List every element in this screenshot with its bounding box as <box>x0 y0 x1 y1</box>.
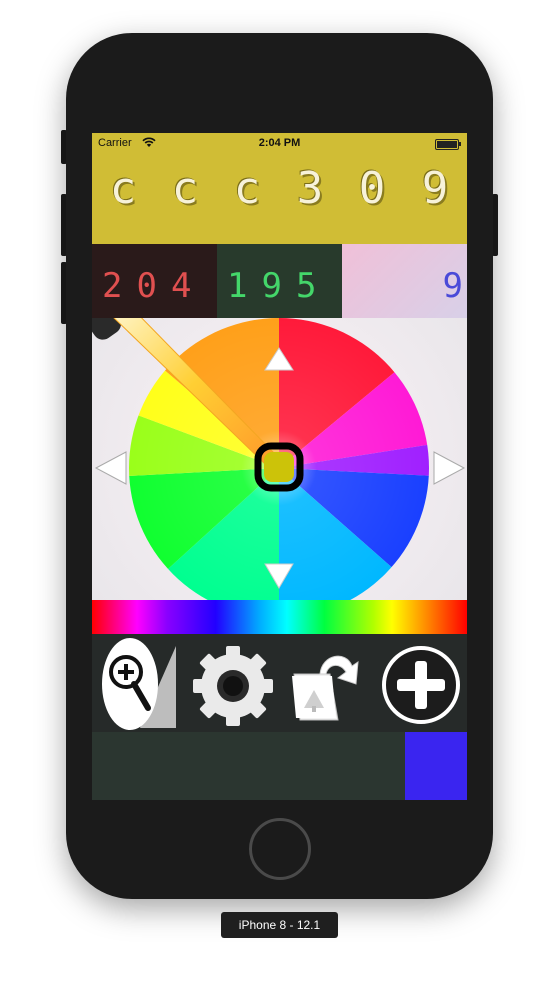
toolbar <box>92 634 467 732</box>
bottom-panel <box>92 732 467 800</box>
color-swatch[interactable] <box>405 732 467 800</box>
hex-char-4[interactable]: 3 <box>279 163 341 214</box>
add-button[interactable] <box>374 634 467 732</box>
home-button[interactable] <box>249 818 311 880</box>
green-channel[interactable]: 195 <box>217 244 342 318</box>
battery-icon <box>435 139 461 150</box>
color-wheel-area[interactable] <box>92 318 467 600</box>
plus-circle-icon <box>382 646 460 724</box>
photo-share-icon <box>292 655 359 721</box>
gear-icon <box>193 646 273 726</box>
blue-value: 9 <box>442 266 467 306</box>
device-label: iPhone 8 - 12.1 <box>221 912 338 938</box>
hex-char-5[interactable]: 0 <box>341 163 403 214</box>
zoom-in-icon <box>102 638 176 730</box>
settings-button[interactable] <box>186 634 280 732</box>
share-photo-button[interactable] <box>280 634 374 732</box>
hex-char-6[interactable]: 9 <box>404 163 466 214</box>
hue-slider[interactable] <box>92 600 467 634</box>
status-bar: Carrier 2:04 PM <box>92 133 467 153</box>
hex-char-2[interactable]: c <box>154 163 216 214</box>
app-screen: Carrier 2:04 PM c c c 3 0 9 204 195 9 <box>92 133 467 800</box>
zoom-button[interactable] <box>92 634 186 732</box>
red-value: 204 <box>102 266 206 306</box>
red-channel[interactable]: 204 <box>92 244 217 318</box>
status-time: 2:04 PM <box>258 137 301 149</box>
green-value: 195 <box>227 266 331 306</box>
hex-char-1[interactable]: c <box>92 163 154 214</box>
hex-code-bar: Carrier 2:04 PM c c c 3 0 9 <box>92 133 467 244</box>
hex-char-3[interactable]: c <box>216 163 278 214</box>
triangle-right-icon[interactable] <box>433 451 466 485</box>
rgb-values-row: 204 195 9 <box>92 244 467 318</box>
blue-channel[interactable]: 9 <box>342 244 467 318</box>
color-wheel-canvas <box>92 318 466 600</box>
triangle-left-icon[interactable] <box>94 451 127 485</box>
